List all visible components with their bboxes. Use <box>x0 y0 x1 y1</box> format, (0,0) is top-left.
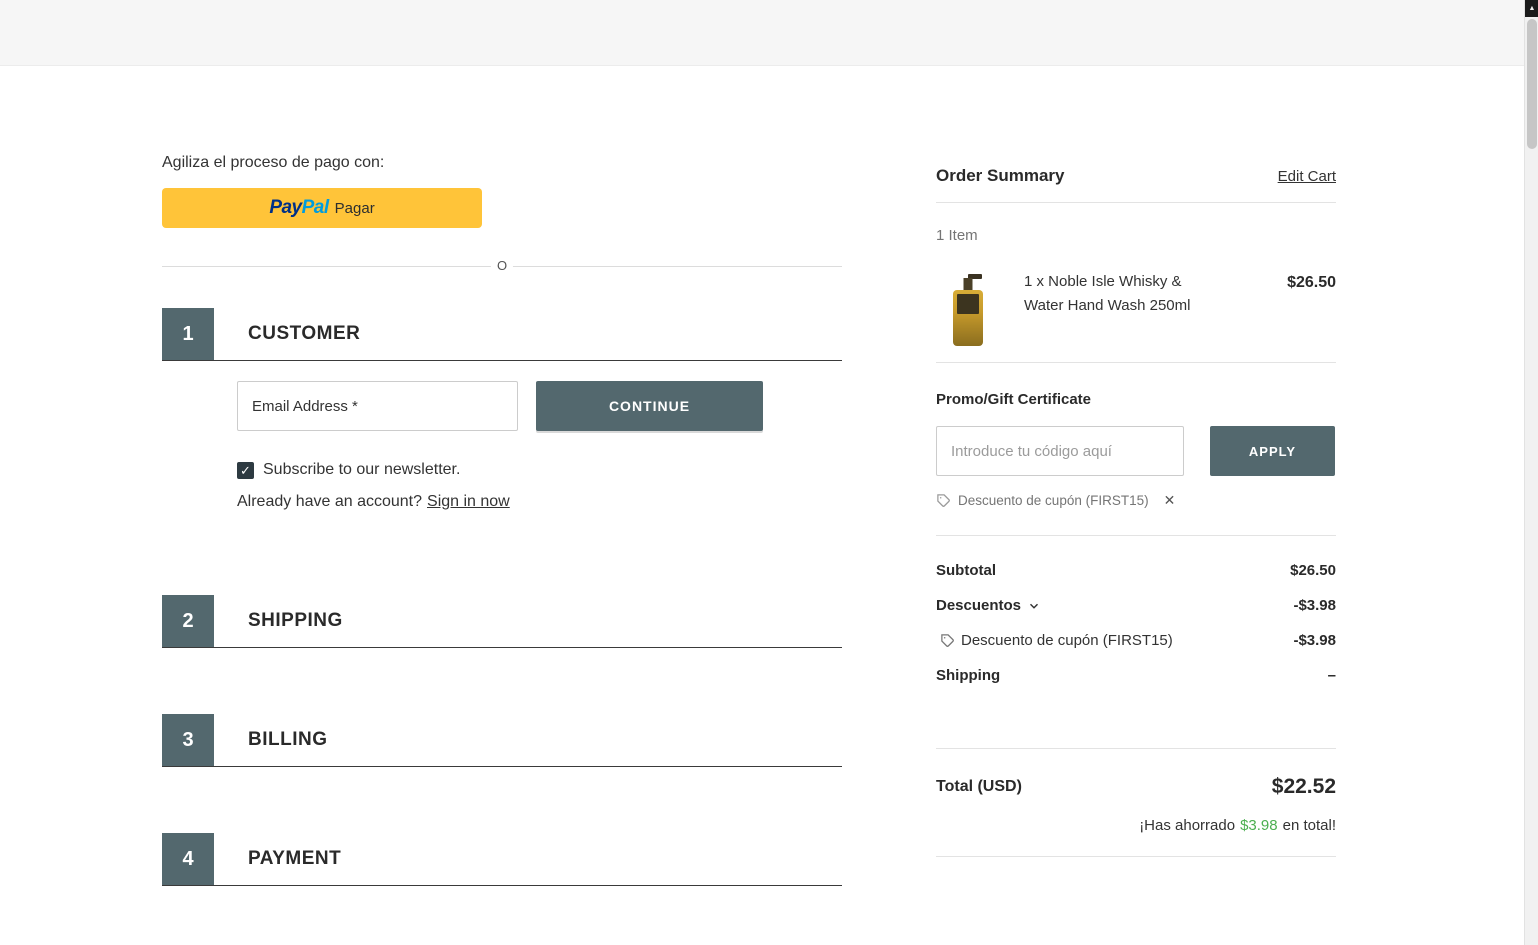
paypal-logo: PayPal <box>269 197 329 218</box>
order-summary-title: Order Summary <box>936 166 1065 185</box>
subtotal-value: $26.50 <box>1290 562 1336 579</box>
divider <box>936 535 1336 536</box>
chevron-down-icon[interactable] <box>1027 599 1041 613</box>
step-billing: 3 BILLING <box>162 714 842 767</box>
product-price: $26.50 <box>1287 274 1336 291</box>
paypal-button[interactable]: PayPal Pagar <box>162 188 482 228</box>
remove-coupon-icon[interactable]: ✕ <box>1164 492 1176 509</box>
scroll-up-arrow[interactable]: ▲ <box>1525 0 1538 17</box>
shipping-value: – <box>1327 667 1336 684</box>
newsletter-label: Subscribe to our newsletter. <box>263 461 461 478</box>
divider <box>936 856 1336 857</box>
subtotal-row: Subtotal $26.50 <box>936 562 1336 579</box>
step-payment: 4 PAYMENT <box>162 833 842 886</box>
shipping-label: Shipping <box>936 667 1001 684</box>
grand-total-row: Total (USD) $22.52 <box>936 775 1336 799</box>
step-shipping-title: SHIPPING <box>248 610 343 631</box>
promo-row: APPLY <box>936 426 1336 476</box>
newsletter-row: ✓ Subscribe to our newsletter. <box>237 461 842 479</box>
step-shipping: 2 SHIPPING <box>162 595 842 648</box>
promo-title: Promo/Gift Certificate <box>936 391 1092 408</box>
apply-button[interactable]: APPLY <box>1210 426 1335 476</box>
step-customer-body: CONTINUE ✓ Subscribe to our newsletter. … <box>162 361 842 529</box>
bottle-cap <box>963 278 973 290</box>
email-row: CONTINUE <box>237 381 842 431</box>
newsletter-checkbox[interactable]: ✓ <box>237 461 254 479</box>
product-image <box>936 270 1000 362</box>
signin-prompt: Already have an account? <box>237 493 423 510</box>
checkout-steps-column: Agiliza el proceso de pago con: PayPal P… <box>162 66 842 886</box>
promo-code-input[interactable] <box>936 426 1184 476</box>
email-field[interactable] <box>237 381 518 431</box>
order-summary-panel: Order Summary Edit Cart 1 Item 1 x Noble… <box>936 66 1336 886</box>
subtotal-label: Subtotal <box>936 562 996 579</box>
edit-cart-link[interactable]: Edit Cart <box>1278 168 1336 185</box>
step-shipping-header: 2 SHIPPING <box>162 595 842 648</box>
promo-block: Promo/Gift Certificate APPLY Descuento d… <box>936 391 1336 509</box>
bottle-label <box>957 294 979 314</box>
step-customer-header: 1 CUSTOMER <box>162 308 842 361</box>
total-block: Total (USD) $22.52 ¡Has ahorrado $3.98 en … <box>936 702 1336 857</box>
coupon-discount-row: Descuento de cupón (FIRST15) -$3.98 <box>936 632 1336 649</box>
signin-link[interactable]: Sign in now <box>427 493 510 510</box>
divider <box>936 748 1336 749</box>
item-count: 1 Item <box>936 227 978 244</box>
step-number-badge: 4 <box>162 833 214 885</box>
grand-total-value: $22.52 <box>1271 775 1336 798</box>
step-number-badge: 1 <box>162 308 214 360</box>
main-content: Agiliza el proceso de pago con: PayPal P… <box>0 66 1538 886</box>
step-number-badge: 3 <box>162 714 214 766</box>
savings-prefix: ¡Has ahorrado <box>1139 817 1236 834</box>
top-bar <box>0 0 1538 66</box>
discounts-label: Descuentos <box>936 597 1041 614</box>
coupon-discount-label: Descuento de cupón (FIRST15) <box>936 632 1173 649</box>
step-billing-header: 3 BILLING <box>162 714 842 767</box>
product-name: 1 x Noble Isle Whisky & Water Hand Wash … <box>1024 273 1191 314</box>
divider <box>936 202 1336 203</box>
checkout-page: Agiliza el proceso de pago con: PayPal P… <box>0 0 1538 945</box>
scrollbar-thumb[interactable] <box>1526 19 1537 149</box>
cart-item-row: 1 x Noble Isle Whisky & Water Hand Wash … <box>936 270 1336 362</box>
savings-message: ¡Has ahorrado $3.98 en total! <box>936 817 1336 834</box>
discounts-value: -$3.98 <box>1293 597 1336 614</box>
step-payment-title: PAYMENT <box>248 848 342 869</box>
grand-total-label: Total (USD) <box>936 778 1022 795</box>
or-divider-label: O <box>490 258 514 274</box>
paypal-button-label: Pagar <box>334 199 375 217</box>
applied-coupon: Descuento de cupón (FIRST15) ✕ <box>936 492 1336 509</box>
tag-icon <box>936 493 951 508</box>
step-number-badge: 2 <box>162 595 214 647</box>
or-divider: O <box>162 258 842 274</box>
applied-coupon-label: Descuento de cupón (FIRST15) <box>958 493 1149 508</box>
step-payment-header: 4 PAYMENT <box>162 833 842 886</box>
divider <box>936 362 1336 363</box>
scrollbar[interactable]: ▲ <box>1524 0 1538 945</box>
order-summary-header: Order Summary Edit Cart <box>936 166 1336 186</box>
totals-section: Subtotal $26.50 Descuentos -$3.98 Descue… <box>936 535 1336 857</box>
tag-icon <box>940 633 955 648</box>
step-billing-title: BILLING <box>248 729 328 750</box>
savings-suffix: en total! <box>1282 817 1336 834</box>
savings-amount: $3.98 <box>1240 817 1278 834</box>
continue-button[interactable]: CONTINUE <box>536 381 763 431</box>
express-checkout-label: Agiliza el proceso de pago con: <box>162 154 385 171</box>
bottle-graphic <box>948 272 988 348</box>
shipping-row: Shipping – <box>936 667 1336 684</box>
discounts-row: Descuentos -$3.98 <box>936 597 1336 614</box>
signin-row: Already have an account? Sign in now <box>237 493 842 511</box>
step-customer: 1 CUSTOMER CONTINUE ✓ Subscribe to our n… <box>162 308 842 529</box>
coupon-discount-value: -$3.98 <box>1293 632 1336 649</box>
step-customer-title: CUSTOMER <box>248 323 361 344</box>
